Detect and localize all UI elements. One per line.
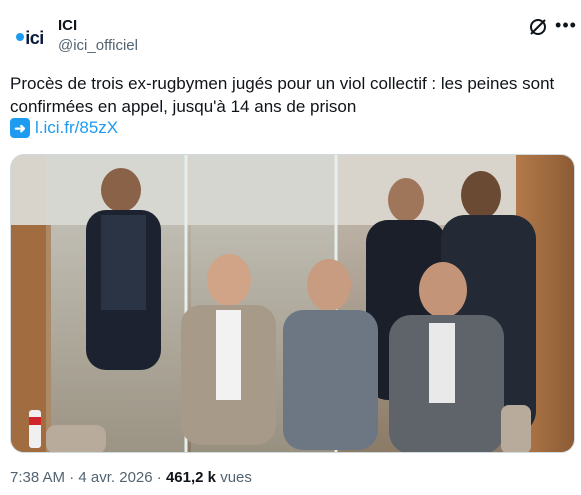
account-name[interactable]: ICI <box>58 17 77 34</box>
avatar[interactable]: ici <box>10 18 50 58</box>
arrow-right-icon: ➜ <box>10 118 30 138</box>
tweet-photo[interactable] <box>10 154 575 453</box>
tweet-date[interactable]: 4 avr. 2026 <box>78 469 152 486</box>
account-handle[interactable]: @ici_officiel <box>58 37 138 54</box>
tweet-time[interactable]: 7:38 AM <box>10 469 65 486</box>
view-count: 461,2 k <box>165 469 217 486</box>
tweet-link[interactable]: l.ici.fr/85zX <box>35 118 118 138</box>
meta-separator: · <box>156 469 162 486</box>
ici-logo: ici <box>16 28 44 49</box>
link-line: ➜ l.ici.fr/85zX <box>10 118 118 138</box>
views-label: vues <box>220 469 252 486</box>
meta-separator: · <box>69 469 75 486</box>
more-icon[interactable]: ••• <box>555 14 577 36</box>
tweet-meta: 7:38 AM · 4 avr. 2026 · 461,2 k vues <box>10 469 252 486</box>
grok-icon[interactable] <box>528 17 548 37</box>
tweet-text: Procès de trois ex-rugbymen jugés pour u… <box>10 74 555 116</box>
